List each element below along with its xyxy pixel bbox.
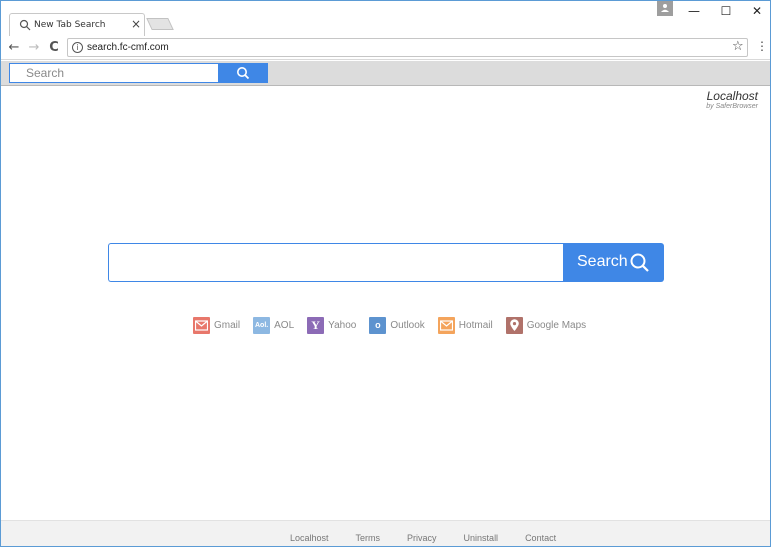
profile-icon[interactable] xyxy=(657,1,673,16)
shortcut-label: Google Maps xyxy=(526,319,587,331)
shortcut-outlook[interactable]: o Outlook xyxy=(369,316,425,334)
main-search-input[interactable] xyxy=(108,243,564,282)
tab-close-icon[interactable]: × xyxy=(131,17,141,31)
tab-new-tab-search[interactable]: New Tab Search × xyxy=(9,13,145,37)
maximize-icon[interactable]: ☐ xyxy=(717,4,735,18)
mail-icon xyxy=(193,316,210,334)
shortcut-label: AOL xyxy=(274,319,295,331)
brand-name: Localhost xyxy=(706,89,758,103)
close-window-icon[interactable]: ✕ xyxy=(748,4,766,18)
tab-title: New Tab Search xyxy=(34,20,106,30)
footer: Localhost Terms Privacy Uninstall Contac… xyxy=(1,520,770,546)
bookmark-star-icon[interactable]: ☆ xyxy=(732,39,744,54)
extension-toolbar: Search xyxy=(1,61,770,86)
footer-link-terms[interactable]: Terms xyxy=(356,533,381,543)
address-bar[interactable]: i search.fc-cmf.com ☆ xyxy=(67,38,748,57)
brand-subtitle: by SaferBrowser xyxy=(706,103,758,110)
shortcut-links: Gmail Aol. AOL Y Yahoo o Outlook Hotmail… xyxy=(193,316,599,334)
footer-link-privacy[interactable]: Privacy xyxy=(407,533,437,543)
minimize-icon[interactable]: — xyxy=(685,4,703,18)
shortcut-label: Hotmail xyxy=(458,319,493,331)
search-icon xyxy=(236,67,250,80)
person-icon xyxy=(661,4,669,12)
footer-link-uninstall[interactable]: Uninstall xyxy=(464,533,499,543)
search-icon xyxy=(630,253,649,272)
forward-icon[interactable]: → xyxy=(27,40,41,55)
shortcut-label: Outlook xyxy=(390,319,425,331)
yahoo-icon: Y xyxy=(307,316,325,334)
url-text[interactable]: search.fc-cmf.com xyxy=(87,42,169,53)
new-tab-button[interactable] xyxy=(146,18,174,30)
title-bar: New Tab Search × — ☐ ✕ xyxy=(1,1,770,37)
reload-icon[interactable]: C xyxy=(47,40,61,55)
shortcut-gmail[interactable]: Gmail xyxy=(193,316,241,334)
browser-menu-icon[interactable]: ⋮ xyxy=(756,39,768,53)
search-icon xyxy=(19,19,31,31)
map-pin-icon xyxy=(505,316,523,334)
main-search-button[interactable]: Search xyxy=(563,243,664,282)
shortcut-label: Gmail xyxy=(214,319,241,331)
toolbar-search-button[interactable] xyxy=(219,63,268,83)
shortcut-google-maps[interactable]: Google Maps xyxy=(505,316,587,334)
footer-link-localhost[interactable]: Localhost xyxy=(290,533,329,543)
shortcut-yahoo[interactable]: Y Yahoo xyxy=(307,316,357,334)
outlook-icon: o xyxy=(369,316,387,334)
toolbar-search-input[interactable]: Search xyxy=(9,63,219,83)
brand-logo: Localhost by SaferBrowser xyxy=(706,90,758,111)
mail-icon xyxy=(437,316,455,334)
footer-link-contact[interactable]: Contact xyxy=(525,533,556,543)
info-icon[interactable]: i xyxy=(72,42,83,53)
browser-window: New Tab Search × — ☐ ✕ ← → C i search.fc… xyxy=(0,0,771,547)
shortcut-hotmail[interactable]: Hotmail xyxy=(437,316,493,334)
footer-links: Localhost Terms Privacy Uninstall Contac… xyxy=(290,533,583,543)
shortcut-label: Yahoo xyxy=(328,319,357,331)
back-icon[interactable]: ← xyxy=(7,40,21,55)
search-button-label: Search xyxy=(577,253,628,270)
address-toolbar: ← → C i search.fc-cmf.com ☆ ⋮ xyxy=(1,36,770,60)
shortcut-aol[interactable]: Aol. AOL xyxy=(253,316,295,334)
aol-icon: Aol. xyxy=(253,316,271,334)
